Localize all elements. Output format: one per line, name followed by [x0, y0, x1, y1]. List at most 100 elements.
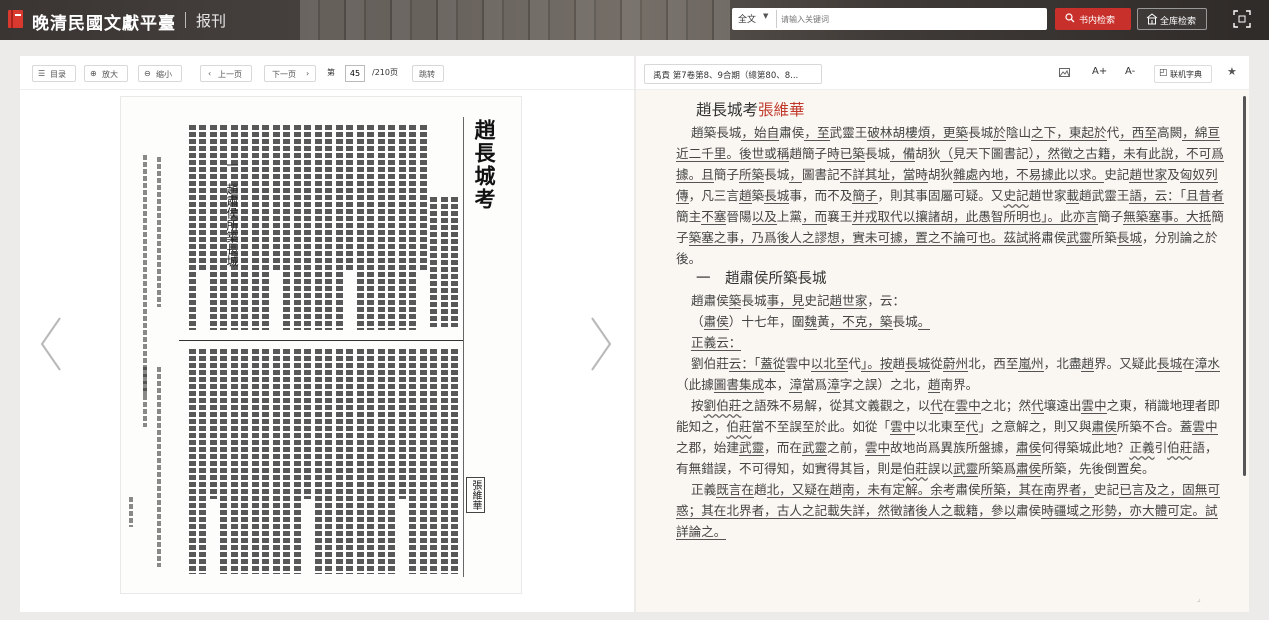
term-link[interactable]: 無築塞事。大抵 [1123, 209, 1212, 225]
fullscreen-icon[interactable] [1233, 10, 1251, 28]
search-scope-select[interactable]: 全文 [738, 12, 756, 25]
term-link[interactable]: 武靈 [738, 440, 765, 456]
term-link[interactable]: 長城 [1156, 356, 1183, 372]
prev-page-button[interactable]: ‹ 上一页 [200, 65, 252, 82]
zoom-in-button[interactable]: ⊕ 放大 [84, 65, 128, 82]
search-input[interactable] [776, 10, 1036, 28]
term-link[interactable]: 肅侯 [1091, 419, 1117, 435]
term-link[interactable]: 雲中 [1081, 398, 1107, 414]
font-increase-button[interactable]: A+ [1092, 66, 1107, 84]
term-link[interactable]: 雲中 [890, 419, 916, 435]
term-link[interactable]: 南，未有定解。余考 [842, 482, 956, 498]
term-link[interactable]: 所築 [738, 167, 765, 183]
term-link[interactable]: 肅侯 [703, 314, 729, 330]
term-link[interactable]: 雜處內地，不易據此以求。 [953, 167, 1105, 183]
term-link[interactable]: 築 [728, 293, 742, 309]
scanned-page-image[interactable]: 趙長城考 一 趙肅侯所築長城 張維華 [120, 96, 522, 594]
term-link[interactable]: 趙世家 [829, 293, 868, 309]
term-link[interactable]: 武靈 [1066, 230, 1092, 246]
term-link[interactable]: 武靈 [953, 461, 979, 477]
term-link[interactable]: 雲中 [864, 440, 891, 456]
term-link[interactable]: 長城 [764, 188, 790, 204]
term-link[interactable]: 不塞 [701, 209, 727, 225]
term-link[interactable]: 」。按 [861, 356, 893, 372]
search-in-book-button[interactable]: 书内检索 [1055, 8, 1131, 30]
term-link[interactable]: 伯莊 [1167, 440, 1192, 455]
term-link[interactable]: 伯莊 [726, 419, 751, 434]
term-link[interactable]: 之下，東起於 [1031, 125, 1107, 141]
term-link[interactable]: 築塞之事，乃爲後人之謬想，實未可據，置之不論可也。茲試將 [688, 230, 1042, 246]
term-link[interactable]: 正義云： [691, 335, 742, 351]
term-link[interactable]: 雲中 [955, 398, 981, 414]
next-page-button[interactable]: 下一页 › [264, 65, 316, 82]
term-link[interactable]: 肅侯 [1016, 440, 1042, 456]
term-link[interactable]: 史記 [1003, 188, 1028, 203]
chevron-left-icon[interactable] [36, 314, 66, 374]
term-link[interactable]: 代 [930, 398, 943, 414]
term-link[interactable]: 趙 [1081, 356, 1094, 372]
term-link[interactable]: 於 [993, 125, 1006, 141]
term-link[interactable]: 以北至 [810, 356, 849, 372]
term-link[interactable]: 蔚州 [942, 356, 969, 372]
term-link[interactable]: 漳 [827, 377, 840, 393]
term-link[interactable]: 長城 [905, 356, 931, 372]
term-link[interactable]: 既言在 [716, 482, 754, 498]
scan-rule [463, 117, 464, 577]
term-link[interactable]: ，不克，築 [829, 314, 893, 330]
term-link[interactable]: 所築，其在南界者， [980, 482, 1094, 498]
image-icon[interactable] [1059, 67, 1070, 78]
term-link[interactable]: 趙 [927, 377, 941, 393]
term-link[interactable]: ，西至 [1119, 125, 1157, 141]
zoom-out-button[interactable]: ⊖ 缩小 [138, 65, 182, 82]
term-link[interactable]: 簡子 [852, 188, 878, 204]
page-number-input[interactable] [345, 65, 365, 82]
term-link[interactable]: ，備 [890, 146, 916, 162]
term-link[interactable]: 北，又疑在 [766, 482, 830, 498]
term-link[interactable]: 云：「蓋從 [728, 356, 786, 372]
term-link[interactable]: 肅侯 [1016, 461, 1042, 477]
chevron-down-icon[interactable]: ▼ [763, 12, 768, 20]
term-link[interactable]: 雲中 [1192, 419, 1218, 435]
term-link[interactable]: 破林胡樓煩，更築 [867, 125, 969, 141]
term-link[interactable]: 語，云：「且昔者 [1129, 188, 1224, 204]
issue-tab[interactable]: 禹貢 第7卷第8、9合期（總第80、8... [644, 64, 822, 84]
search-all-button[interactable]: 全库检索 [1137, 8, 1207, 30]
term-link[interactable]: 載 [1066, 188, 1079, 204]
scrollbar[interactable] [1243, 96, 1246, 476]
toc-button[interactable]: ☰ 目录 [32, 65, 76, 82]
term-link[interactable]: 代 [965, 419, 979, 435]
font-decrease-button[interactable]: A- [1125, 66, 1135, 84]
term-link[interactable]: 不詳其址，當時 [839, 167, 928, 183]
article-author[interactable]: 張維華 [758, 101, 805, 119]
term-link[interactable]: 圖書集成 [713, 377, 765, 393]
term-link[interactable]: 伯莊 [903, 461, 928, 476]
term-link[interactable]: 事，見 [766, 293, 805, 309]
term-link[interactable]: 正義 [1129, 440, 1154, 455]
term-link[interactable]: ，始自 [741, 125, 780, 141]
term-link[interactable]: 并戎取代以攘諸胡，此愚智所明也」。此亦言 [852, 209, 1098, 225]
app-title[interactable]: 晚清民國文獻平臺 [32, 9, 176, 34]
term-link[interactable]: 長城 [1116, 230, 1142, 246]
term-link[interactable]: 。 [917, 314, 931, 330]
term-link[interactable]: ，而 [801, 209, 828, 225]
term-link[interactable]: （ [940, 146, 954, 162]
term-link[interactable]: 漳水 [1194, 356, 1220, 372]
star-icon[interactable]: ★ [1227, 65, 1237, 83]
term-link[interactable]: 以及 [751, 209, 777, 225]
term-link[interactable]: 趙世家 [1129, 167, 1168, 183]
term-link[interactable]: ，至 [804, 125, 830, 141]
dictionary-button[interactable]: ◰ 联机字典 [1154, 65, 1212, 83]
term-link[interactable]: 趙 [738, 188, 752, 204]
term-link[interactable]: 時已築 [827, 146, 865, 162]
term-link[interactable]: 魏 [804, 314, 817, 330]
term-link[interactable]: 代 [1031, 398, 1044, 414]
term-link[interactable]: 武靈 [801, 440, 828, 456]
jump-button[interactable]: 跳转 [412, 65, 444, 82]
term-link[interactable]: 漳 [789, 377, 802, 393]
term-link[interactable]: 嵐州 [1018, 356, 1044, 372]
term-link[interactable]: 劉伯莊 [704, 398, 742, 413]
resize-handle-icon[interactable]: ⌟ [1197, 594, 1201, 603]
chevron-right-icon[interactable] [586, 314, 616, 374]
section-title[interactable]: 报刊 [196, 10, 226, 31]
term-link[interactable]: ， [789, 167, 802, 183]
